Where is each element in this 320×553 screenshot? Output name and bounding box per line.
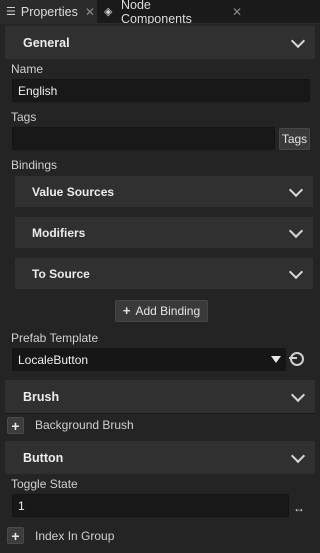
add-index-in-group-button[interactable]: + xyxy=(7,527,24,544)
chevron-down-icon xyxy=(290,387,306,402)
bindings-label: Bindings xyxy=(11,158,58,172)
background-brush-label: Background Brush xyxy=(35,418,134,432)
section-general-header[interactable]: General xyxy=(5,26,315,59)
properties-panel: General Name English Tags Tags Bindings … xyxy=(0,24,320,553)
toggle-state-label: Toggle State xyxy=(11,477,78,491)
prefab-template-select[interactable]: LocaleButton xyxy=(12,348,286,371)
bindings-value-sources-header[interactable]: Value Sources xyxy=(15,176,313,207)
name-field[interactable]: English xyxy=(12,79,310,102)
section-button-header[interactable]: Button xyxy=(5,441,315,474)
bindings-modifiers-header[interactable]: Modifiers xyxy=(15,217,313,248)
tab-node-components[interactable]: ◈ Node Components ✕ xyxy=(98,0,248,26)
prefab-template-value: LocaleButton xyxy=(18,352,89,367)
index-in-group-label: Index In Group xyxy=(35,529,115,543)
section-title: Button xyxy=(23,450,64,465)
prefab-goto-icon[interactable] xyxy=(289,352,304,366)
add-background-brush-button[interactable]: + xyxy=(7,417,24,434)
tab-label: Properties xyxy=(20,5,78,19)
arrow-shaft xyxy=(289,357,297,359)
section-brush-header[interactable]: Brush xyxy=(5,380,315,413)
tags-button[interactable]: Tags xyxy=(279,128,310,150)
chevron-down-icon xyxy=(288,223,304,238)
tab-properties[interactable]: ☰ Properties ✕ xyxy=(0,0,97,24)
drag-value-icon[interactable]: ↔ xyxy=(293,501,305,515)
chevron-down-icon xyxy=(290,448,306,463)
chevron-down-icon xyxy=(290,33,306,48)
toggle-state-field[interactable]: 1 xyxy=(12,494,289,517)
section-title: Brush xyxy=(23,389,60,404)
chevron-down-icon xyxy=(288,264,304,279)
name-label: Name xyxy=(11,62,44,76)
chevron-down-icon xyxy=(288,182,304,197)
divider xyxy=(5,413,315,414)
group-title: To Source xyxy=(32,266,90,281)
add-binding-button[interactable]: + Add Binding xyxy=(115,300,208,322)
tags-label: Tags xyxy=(11,110,37,124)
tags-field[interactable] xyxy=(12,127,275,150)
prefab-template-label: Prefab Template xyxy=(11,331,99,345)
section-title: General xyxy=(23,35,70,50)
dropdown-arrow-icon xyxy=(271,356,281,363)
group-title: Value Sources xyxy=(32,184,115,199)
components-icon: ◈ xyxy=(104,6,113,18)
tab-label: Node Components xyxy=(120,0,192,26)
plus-icon: + xyxy=(122,303,131,318)
close-icon[interactable]: ✕ xyxy=(85,5,95,19)
group-title: Modifiers xyxy=(32,225,86,240)
add-binding-label: Add Binding xyxy=(135,304,201,318)
list-icon: ☰ xyxy=(6,6,16,18)
bindings-to-source-header[interactable]: To Source xyxy=(15,258,313,289)
tab-bar: ☰ Properties ✕ ◈ Node Components ✕ xyxy=(0,0,320,26)
toggle-state-value: 1 xyxy=(18,498,25,513)
close-icon[interactable]: ✕ xyxy=(232,5,242,19)
name-value: English xyxy=(18,83,58,98)
